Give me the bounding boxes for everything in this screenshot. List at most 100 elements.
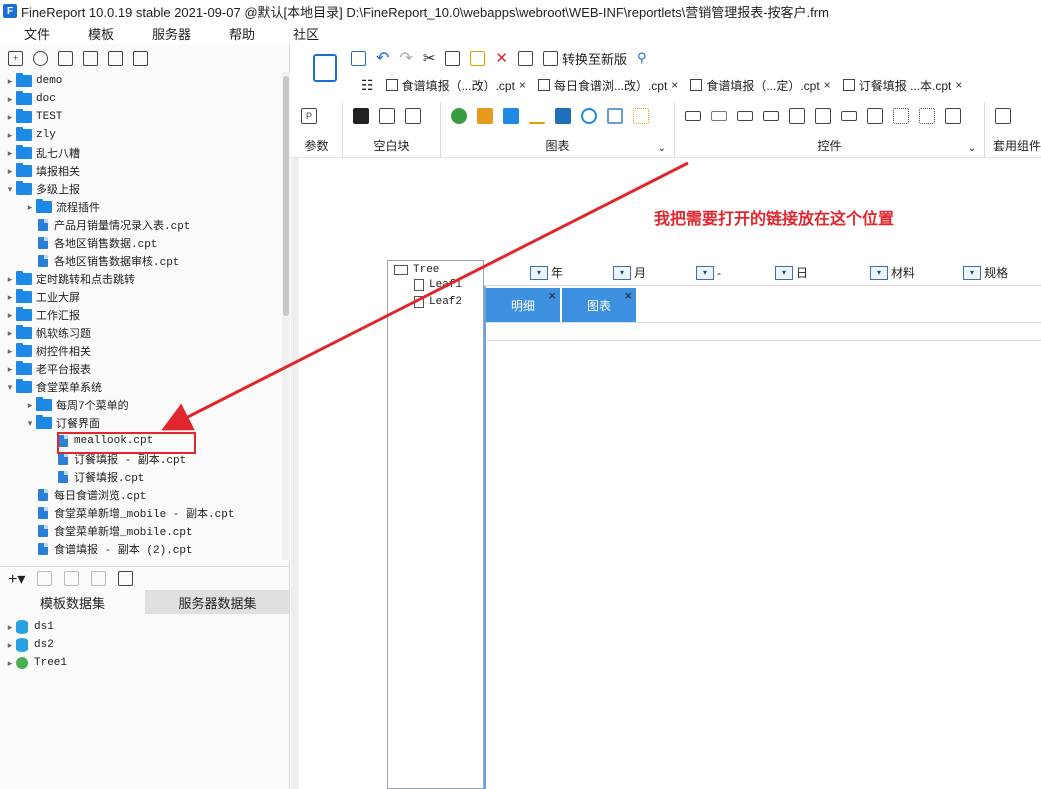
preview-icon[interactable] [91,571,107,586]
settings-icon[interactable] [83,50,98,66]
tree-folder[interactable]: ▸ 帆软练习题 [4,324,91,342]
cut-icon[interactable]: ✂ [423,49,436,67]
dash-filter[interactable]: ▾ - [696,264,721,282]
tree-file[interactable]: 食堂菜单新增_mobile.cpt [24,522,193,540]
area-chart-icon[interactable] [555,108,571,124]
expand-icon[interactable]: ▸ [4,166,16,177]
expand-icon[interactable]: ▸ [4,112,16,123]
scatter-icon[interactable] [633,108,649,124]
tree-file[interactable]: 各地区销售数据审核.cpt [24,252,179,270]
tree-folder[interactable]: ▸ TEST [4,108,62,126]
expand-icon[interactable]: ▸ [4,658,16,669]
new-file-icon[interactable]: + [8,50,23,66]
expand-icon[interactable]: ▸ [4,130,16,141]
search-widget-icon[interactable] [945,108,961,124]
expand-icon[interactable]: ▸ [4,622,16,633]
collapse-icon[interactable]: ▾ [4,382,16,393]
chart-expand-icon[interactable]: ⌄ [658,143,666,154]
tree-folder[interactable]: ▸ 工作汇报 [4,306,80,324]
close-icon[interactable]: × [824,78,831,92]
tree-folder[interactable]: ▸ demo [4,72,62,90]
tab-server-dataset[interactable]: 服务器数据集 [145,590,290,614]
button-widget-icon[interactable] [685,111,701,121]
expand-icon[interactable]: ▸ [24,400,36,411]
year-filter[interactable]: ▾ 年 [530,264,563,282]
delete-icon[interactable] [108,50,123,66]
tree-folder[interactable]: ▸ 填报相关 [4,162,80,180]
tree-file[interactable]: 每日食谱浏览.cpt [24,486,146,504]
blank-block-icon[interactable] [353,108,369,124]
close-icon[interactable]: × [955,78,962,92]
material-filter[interactable]: ▾ 材料 [870,264,915,282]
pie-chart-icon[interactable] [451,108,467,124]
tree-folder[interactable]: ▸ 定时跳转和点击跳转 [4,270,135,288]
param-icon[interactable]: P [301,108,317,124]
tab-chart[interactable]: 图表 × [562,288,636,322]
expand-icon[interactable]: ▸ [4,94,16,105]
close-icon[interactable]: × [519,78,526,92]
collapse-icon[interactable]: ▾ [24,418,36,429]
close-icon[interactable]: × [548,288,556,303]
document-icon[interactable] [58,50,73,66]
grid-block-icon[interactable] [405,108,421,124]
tree-leaf[interactable]: Leaf2 [414,293,462,311]
radio-group-icon[interactable] [893,108,909,124]
expand-icon[interactable]: ▸ [4,76,16,87]
tree-folder[interactable]: ▸ doc [4,90,56,108]
collapse-icon[interactable]: ▾ [4,184,16,195]
template-icon[interactable] [313,54,337,82]
month-filter[interactable]: ▾ 月 [613,264,646,282]
combo-widget-icon[interactable] [763,111,779,121]
expand-icon[interactable]: ▸ [4,292,16,303]
copy-icon[interactable] [133,50,148,66]
menu-help[interactable]: 帮助 [229,24,255,43]
bar-chart-icon[interactable] [477,108,493,124]
template-tab[interactable]: 订餐填报 ...本.cpt × [842,77,962,94]
menu-file[interactable]: 文件 [24,24,50,43]
template-tab[interactable]: 食谱填报（...改）.cpt × [385,77,526,94]
delete-icon[interactable]: ✕ [495,49,508,67]
refresh-icon[interactable] [33,50,48,66]
expand-icon[interactable]: ▸ [24,202,36,213]
line-chart-icon[interactable] [529,108,545,124]
template-tab[interactable]: 每日食谱浏...改）.cpt × [537,77,678,94]
redo-icon[interactable]: ↷ [399,48,412,68]
stacked-bar-icon[interactable] [503,108,519,124]
tree-leaf[interactable]: Leaf1 [414,276,462,294]
tree-folder[interactable]: ▸ zly [4,126,56,144]
tree-file[interactable]: 产品月销量情况录入表.cpt [24,216,190,234]
tree-file[interactable]: 各地区销售数据.cpt [24,234,157,252]
checkbox-group-icon[interactable] [919,108,935,124]
expand-icon[interactable]: ▸ [4,640,16,651]
close-icon[interactable]: × [671,78,678,92]
tree-file[interactable]: 订餐填报.cpt [44,468,144,486]
dataset-item[interactable]: ▸ ds1 [4,618,54,636]
date-widget-icon[interactable] [789,108,805,124]
expand-icon[interactable]: ▸ [4,346,16,357]
spec-filter[interactable]: ▾ 规格 [963,264,1008,282]
close-icon[interactable]: × [624,288,632,303]
textarea-widget-icon[interactable] [867,108,883,124]
tab-template-dataset[interactable]: 模板数据集 [0,590,145,614]
copy-icon[interactable] [445,50,461,66]
tree-folder[interactable]: ▸ 工业大屏 [4,288,80,306]
tree-widget[interactable]: Tree Leaf1 Leaf2 [387,260,484,789]
radar-icon[interactable] [607,108,623,124]
plugin-icon[interactable]: ⚲ [637,50,647,66]
expand-icon[interactable]: ▸ [4,328,16,339]
dataset-item[interactable]: ▸ Tree1 [4,654,67,672]
trash-icon[interactable] [64,571,80,586]
tab-detail[interactable]: 明细 × [486,288,560,322]
dataset-preview-icon[interactable] [118,571,134,586]
tree-folder[interactable]: ▾ 食堂菜单系统 [4,378,102,396]
undo-icon[interactable]: ↶ [376,48,389,68]
expand-icon[interactable]: ▸ [4,364,16,375]
expand-icon[interactable]: ▸ [4,310,16,321]
tree-folder[interactable]: ▸ 老平台报表 [4,360,91,378]
convert-button[interactable]: 转换至新版 [542,49,627,68]
split-block-icon[interactable] [379,108,395,124]
number-widget-icon[interactable] [841,111,857,121]
tree-scrollbar[interactable] [282,72,290,560]
gauge-icon[interactable] [581,108,597,124]
tree-file[interactable]: 食堂菜单新增_mobile - 副本.cpt [24,504,234,522]
